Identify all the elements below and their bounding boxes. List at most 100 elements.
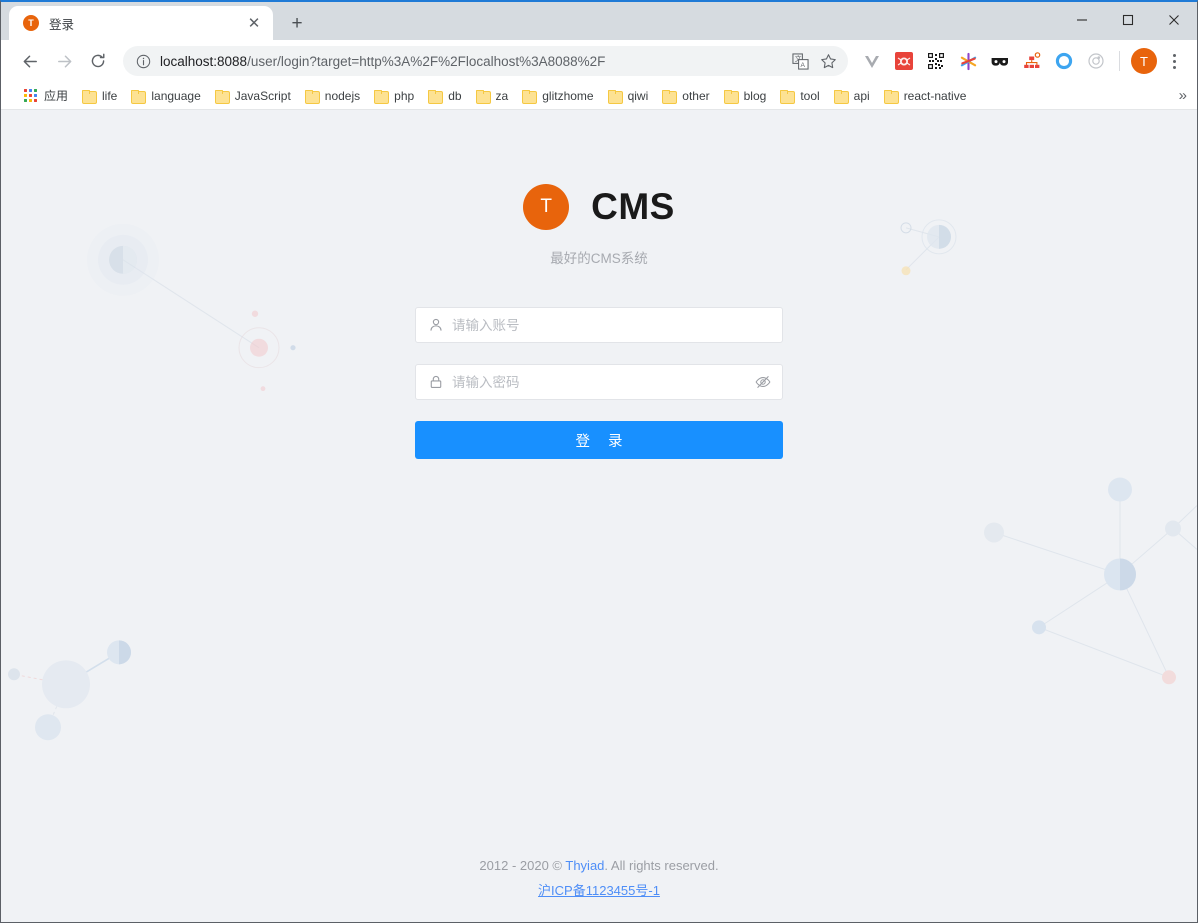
blue-circle-extension-icon[interactable] [1050,47,1078,75]
chrome-menu-icon[interactable] [1161,48,1187,74]
bookmark-item[interactable]: za [469,85,516,107]
sitemap-extension-icon[interactable] [1018,47,1046,75]
password-field[interactable] [415,364,783,400]
bookmark-apps-label: 应用 [44,89,69,103]
bookmark-label: JavaScript [234,88,291,103]
colorful-star-extension-icon[interactable] [954,47,982,75]
forward-arrow-icon [49,46,79,76]
dark-glasses-extension-icon[interactable] [986,47,1014,75]
page-viewport: T CMS 最好的CMS系统 请输入账号 登 录 2012 - 2020 © T… [1,110,1197,922]
bookmark-item[interactable]: nodejs [298,85,367,107]
password-input[interactable] [452,374,754,390]
extension-icons: T [856,47,1187,75]
folder-icon [374,89,390,104]
bookmark-label: api [853,88,870,103]
brand-description: 最好的CMS系统 [550,251,648,266]
login-page: T CMS 最好的CMS系统 请输入账号 登 录 2012 - 2020 © T… [1,110,1197,922]
eye-off-icon[interactable] [754,373,772,391]
bookmark-label: nodejs [324,88,361,103]
toolbar-divider [1119,51,1120,71]
bookmark-item[interactable]: react-native [877,85,974,107]
qrcode-extension-icon[interactable] [922,47,950,75]
svg-text:A: A [800,62,805,69]
url-path: /user/login?target=http%3A%2F%2Flocalhos… [247,53,606,69]
bookmark-item[interactable]: JavaScript [208,85,298,107]
bookmark-item[interactable]: blog [717,85,774,107]
company-link[interactable]: Thyiad [565,858,604,873]
window-controls [1059,2,1197,38]
red-bug-extension-icon[interactable] [890,47,918,75]
user-icon [428,318,443,333]
browser-tab-login[interactable]: T 登录 ✕ [9,6,273,40]
site-info-icon[interactable] [135,53,152,70]
maximize-icon[interactable] [1105,2,1151,38]
copyright-suffix: . All rights reserved. [604,858,719,873]
tab-title: 登录 [49,17,75,32]
copyright-prefix: 2012 - 2020 © [479,858,566,873]
bookmark-item[interactable]: language [124,85,207,107]
bookmark-label: db [448,88,462,103]
new-tab-button[interactable]: + [283,9,311,37]
brand-logo: T [523,184,570,230]
username-field[interactable] [415,307,783,343]
lock-icon [428,375,443,390]
bookmark-apps[interactable]: 应用 [17,85,75,107]
bookmark-label: language [151,88,201,103]
address-bar-url: localhost:8088/user/login?target=http%3A… [160,54,784,69]
minimize-icon[interactable] [1059,2,1105,38]
bookmarks-bar: 应用 life language JavaScript nodejs php d… [1,82,1197,110]
bookmark-label: glitzhome [542,88,594,103]
bookmark-label: react-native [903,88,967,103]
bookmark-item[interactable]: db [421,85,468,107]
bookmark-label: blog [743,88,767,103]
login-button[interactable]: 登 录 [415,421,783,459]
folder-icon [522,89,538,104]
folder-icon [214,89,230,104]
bookmark-label: life [102,88,118,103]
bookmark-label: za [495,88,509,103]
address-bar[interactable]: localhost:8088/user/login?target=http%3A… [123,46,848,76]
bookmark-label: php [394,88,415,103]
folder-icon [723,89,739,104]
translate-icon[interactable]: 文 A [788,49,812,73]
close-icon[interactable] [1151,2,1197,38]
login-form: 登 录 [415,307,783,459]
back-arrow-icon[interactable] [15,46,45,76]
url-host: localhost:8088 [160,53,248,69]
bookmark-item[interactable]: tool [773,85,826,107]
folder-icon [428,89,444,104]
reload-icon[interactable] [83,46,113,76]
bookmark-item[interactable]: qiwi [601,85,656,107]
bookmark-label: tool [800,88,820,103]
page-title: CMS [591,186,675,227]
bookmark-item[interactable]: other [655,85,716,107]
folder-icon [607,89,623,104]
gray-target-extension-icon[interactable] [1082,47,1110,75]
browser-toolbar: localhost:8088/user/login?target=http%3A… [1,40,1197,82]
folder-icon [475,89,491,104]
apps-grid-icon [24,88,38,103]
page-footer: 2012 - 2020 © Thyiad. All rights reserve… [1,858,1197,900]
bookmark-item[interactable]: php [367,85,421,107]
bookmark-item[interactable]: api [827,85,877,107]
copyright-text: 2012 - 2020 © Thyiad. All rights reserve… [1,858,1197,873]
tab-favicon: T [23,15,39,31]
star-icon[interactable] [816,49,840,73]
brand-header: T CMS [523,184,675,230]
bookmark-label: qiwi [627,88,649,103]
tab-strip: T 登录 ✕ + [1,2,1197,40]
bookmark-label: other [682,88,710,103]
bookmark-item[interactable]: life [75,85,124,107]
vue-devtools-extension-icon[interactable] [858,47,886,75]
folder-icon [82,89,98,104]
bookmarks-overflow-icon[interactable]: » [1179,88,1187,103]
bookmark-item[interactable]: glitzhome [515,85,600,107]
folder-icon [883,89,899,104]
icp-license-link[interactable]: 沪ICP备1123455号-1 [538,880,660,899]
username-input[interactable] [452,317,772,333]
folder-icon [131,89,147,104]
browser-window: T 登录 ✕ + localhost:8088/user/login?targe… [0,0,1198,923]
profile-avatar[interactable]: T [1131,48,1157,74]
folder-icon [833,89,849,104]
tab-close-icon[interactable]: ✕ [245,14,263,32]
